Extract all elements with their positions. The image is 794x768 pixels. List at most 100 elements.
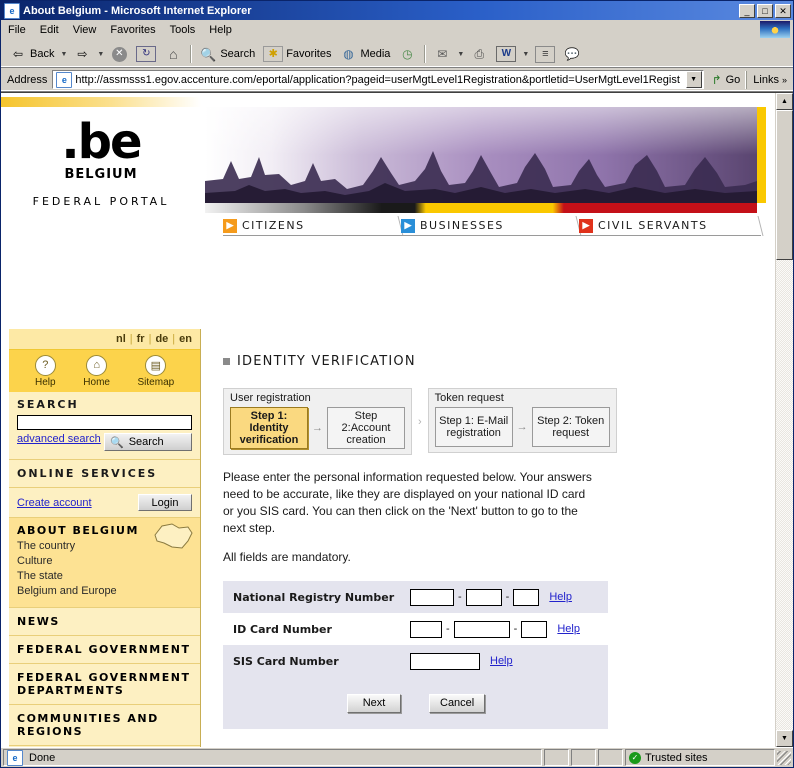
address-input[interactable]: e http://assmsss1.egov.accenture.com/epo… bbox=[52, 70, 704, 89]
menu-tools[interactable]: Tools bbox=[163, 22, 203, 38]
sidebar-link-culture[interactable]: Culture bbox=[17, 555, 192, 567]
id-card-part1-input[interactable] bbox=[410, 620, 442, 638]
step-token-request[interactable]: Step 2: Token request bbox=[531, 407, 610, 447]
tab-citizens[interactable]: ▶ CITIZENS bbox=[223, 216, 404, 236]
site-logo-block[interactable]: .be BELGIUM FEDERAL PORTAL bbox=[1, 109, 201, 213]
search-controls: advanced search 🔍 Search bbox=[17, 433, 192, 451]
login-button[interactable]: Login bbox=[138, 494, 192, 511]
cancel-button[interactable]: Cancel bbox=[429, 693, 486, 713]
sidebar-section-news[interactable]: NEWS bbox=[9, 608, 200, 636]
edit-word-button[interactable]: W bbox=[492, 44, 520, 64]
quick-link-home[interactable]: ⌂ Home bbox=[83, 354, 110, 388]
favorites-label: Favorites bbox=[286, 48, 332, 60]
scroll-up-button[interactable]: ▲ bbox=[776, 93, 793, 110]
scrollbar-track[interactable] bbox=[776, 110, 793, 730]
history-button[interactable]: ◷ bbox=[394, 43, 420, 65]
forward-dropdown-icon[interactable]: ▼ bbox=[97, 51, 104, 58]
address-url: http://assmsss1.egov.accenture.com/eport… bbox=[75, 73, 680, 86]
forward-button[interactable]: ⇨ bbox=[69, 43, 95, 65]
resize-grip[interactable] bbox=[777, 750, 791, 765]
lang-fr[interactable]: fr bbox=[137, 333, 145, 345]
tab-civil-servants[interactable]: ▶ CIVIL SERVANTS bbox=[579, 216, 764, 236]
ie-page-icon: e bbox=[7, 749, 23, 766]
sis-card-input[interactable] bbox=[410, 652, 480, 670]
back-dropdown-icon[interactable]: ▼ bbox=[60, 51, 67, 58]
tab-businesses[interactable]: ▶ BUSINESSES bbox=[401, 216, 582, 236]
id-card-part2-input[interactable] bbox=[453, 620, 510, 638]
search-label: Search bbox=[220, 48, 256, 60]
sidebar-section-federal-government-departments[interactable]: FEDERAL GOVERNMENT DEPARTMENTS bbox=[9, 664, 200, 705]
quick-link-sitemap[interactable]: ▤ Sitemap bbox=[138, 354, 174, 388]
lang-de[interactable]: de bbox=[155, 333, 168, 345]
print-button[interactable]: ⎙ bbox=[466, 43, 492, 65]
discuss-icon: ≡ bbox=[535, 45, 556, 63]
sidebar-section-federal-government[interactable]: FEDERAL GOVERNMENT bbox=[9, 636, 200, 664]
advanced-search-link[interactable]: advanced search bbox=[17, 433, 101, 445]
home-icon: ⌂ bbox=[86, 354, 108, 376]
discuss-button[interactable]: ≡ bbox=[531, 44, 559, 65]
online-services-heading-bar[interactable]: ONLINE SERVICES bbox=[9, 460, 200, 488]
help-link-id-card[interactable]: Help bbox=[557, 623, 580, 635]
scrollbar-thumb[interactable] bbox=[776, 110, 793, 260]
go-button[interactable]: ↱ Go bbox=[704, 71, 747, 89]
stop-button[interactable]: ✕ bbox=[106, 43, 132, 65]
magnifier-icon: 🔍 bbox=[110, 436, 124, 449]
sidebar-section-about-e-government[interactable]: ABOUT E-GOVERNMENT bbox=[9, 746, 200, 747]
messenger-button[interactable]: 💬 bbox=[559, 43, 585, 65]
help-link-sis-card[interactable]: Help bbox=[490, 655, 513, 667]
sidebar-link-the-state[interactable]: The state bbox=[17, 570, 192, 582]
be-logo: .be bbox=[1, 113, 201, 166]
step-account-creation[interactable]: Step 2:Account creation bbox=[327, 407, 405, 449]
menu-help[interactable]: Help bbox=[202, 22, 239, 38]
security-zone-pane[interactable]: ✓ Trusted sites bbox=[625, 749, 775, 766]
address-dropdown-icon[interactable]: ▼ bbox=[685, 71, 702, 88]
back-button[interactable]: ⇦ Back bbox=[5, 43, 58, 65]
step-identity-verification[interactable]: Step 1: Identity verification bbox=[230, 407, 308, 449]
create-account-link[interactable]: Create account bbox=[17, 497, 92, 509]
refresh-button[interactable]: ↻ bbox=[132, 44, 160, 64]
ie-brand-logo bbox=[760, 21, 790, 38]
search-button[interactable]: 🔍 Search bbox=[195, 43, 259, 65]
minimize-button[interactable]: _ bbox=[739, 3, 755, 18]
next-button[interactable]: Next bbox=[347, 693, 401, 713]
messenger-icon: 💬 bbox=[564, 47, 580, 61]
back-arrow-icon: ⇦ bbox=[12, 47, 24, 61]
title-bar: e About Belgium - Microsoft Internet Exp… bbox=[1, 1, 793, 20]
menu-favorites[interactable]: Favorites bbox=[103, 22, 162, 38]
id-card-part3-input[interactable] bbox=[521, 620, 548, 638]
toolbar-separator-2 bbox=[424, 45, 426, 63]
home-button[interactable]: ⌂ bbox=[160, 43, 186, 65]
menu-file[interactable]: File bbox=[1, 22, 33, 38]
lang-sep-2: | bbox=[148, 333, 152, 345]
search-heading: SEARCH bbox=[17, 398, 79, 411]
national-registry-part2-input[interactable] bbox=[465, 588, 502, 606]
lang-en[interactable]: en bbox=[179, 333, 192, 345]
step-group-token-request: Token request Step 1: E-Mail registratio… bbox=[427, 388, 617, 453]
menu-view[interactable]: View bbox=[66, 22, 104, 38]
page-title-text: IDENTITY VERIFICATION bbox=[237, 354, 416, 369]
close-button[interactable]: ✕ bbox=[775, 3, 791, 18]
menu-edit[interactable]: Edit bbox=[33, 22, 66, 38]
maximize-button[interactable]: □ bbox=[757, 3, 773, 18]
media-button[interactable]: ◍ Media bbox=[335, 43, 394, 65]
status-bar: e Done ✓ Trusted sites bbox=[1, 747, 793, 767]
mail-button[interactable]: ✉ bbox=[429, 43, 455, 65]
national-registry-part1-input[interactable] bbox=[410, 588, 454, 606]
favorites-button[interactable]: ✱ Favorites bbox=[259, 44, 335, 64]
help-link-national-registry[interactable]: Help bbox=[549, 591, 572, 603]
national-registry-part3-input[interactable] bbox=[513, 588, 540, 606]
sidebar-link-belgium-and-europe[interactable]: Belgium and Europe bbox=[17, 585, 192, 597]
links-button[interactable]: Links » bbox=[746, 70, 791, 89]
quick-link-help[interactable]: ? Help bbox=[34, 354, 56, 388]
sidebar-section-communities-and-regions[interactable]: COMMUNITIES AND REGIONS bbox=[9, 705, 200, 746]
step-email-registration[interactable]: Step 1: E-Mail registration bbox=[434, 407, 513, 447]
about-belgium-section: ABOUT BELGIUM The country Culture The st… bbox=[9, 518, 200, 608]
search-button[interactable]: 🔍 Search bbox=[104, 433, 192, 451]
edit-dropdown-icon[interactable]: ▼ bbox=[522, 51, 529, 58]
vertical-scrollbar[interactable]: ▲ ▼ bbox=[775, 93, 793, 747]
lang-nl[interactable]: nl bbox=[116, 333, 126, 345]
scroll-down-button[interactable]: ▼ bbox=[776, 730, 793, 747]
search-input[interactable] bbox=[17, 415, 192, 430]
quick-link-help-label: Help bbox=[34, 376, 56, 388]
mail-dropdown-icon[interactable]: ▼ bbox=[457, 51, 464, 58]
